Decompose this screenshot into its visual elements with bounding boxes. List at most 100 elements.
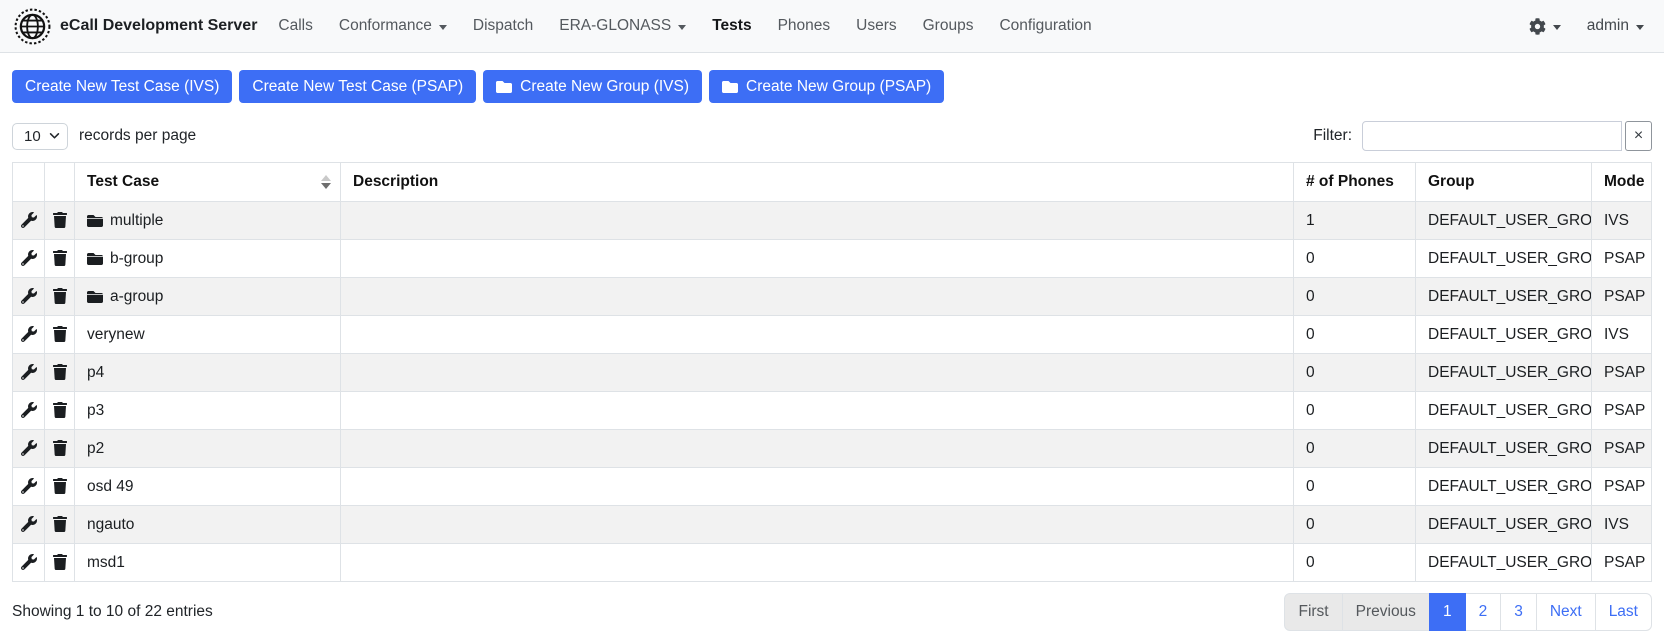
edit-test-case-button[interactable] [13, 202, 45, 240]
description-cell [341, 430, 1294, 468]
wrench-icon [21, 250, 37, 266]
edit-test-case-button[interactable] [13, 240, 45, 278]
pagination-last[interactable]: Last [1595, 593, 1652, 631]
navbar-right: admin [1529, 17, 1650, 35]
column-header-test-case[interactable]: Test Case [75, 163, 341, 202]
delete-test-case-button[interactable] [45, 202, 75, 240]
test-cases-table: Test CaseDescription# of PhonesGroupMode… [12, 162, 1652, 582]
edit-test-case-button[interactable] [13, 544, 45, 582]
test-case-name-cell: p4 [75, 354, 341, 392]
mode-cell: PSAP [1592, 430, 1652, 468]
trash-icon [52, 478, 68, 494]
nav-item-era-glonass[interactable]: ERA-GLONASS [546, 9, 699, 43]
create-new-test-case-psap-button[interactable]: Create New Test Case (PSAP) [239, 70, 476, 103]
create-buttons-toolbar: Create New Test Case (IVS)Create New Tes… [12, 70, 1652, 103]
test-case-name-cell: osd 49 [75, 468, 341, 506]
table-row: b-group0DEFAULT_USER_GROUPPSAP [13, 240, 1652, 278]
edit-test-case-button[interactable] [13, 316, 45, 354]
table-row: multiple1DEFAULT_USER_GROUPIVS [13, 202, 1652, 240]
table-row: a-group0DEFAULT_USER_GROUPPSAP [13, 278, 1652, 316]
nav-item-label: Dispatch [473, 17, 533, 35]
edit-test-case-button[interactable] [13, 278, 45, 316]
button-label: Create New Group (IVS) [520, 78, 689, 96]
create-new-group-ivs-button[interactable]: Create New Group (IVS) [483, 70, 702, 103]
phones-count-cell: 0 [1294, 354, 1416, 392]
folder-icon [87, 213, 103, 229]
group-cell: DEFAULT_USER_GROUP [1416, 202, 1592, 240]
wrench-icon [21, 326, 37, 342]
delete-test-case-button[interactable] [45, 278, 75, 316]
test-case-name: multiple [110, 212, 163, 230]
main-navigation: CallsConformance Dispatch ERA-GLONASSTests… [265, 9, 1104, 43]
mode-cell: IVS [1592, 202, 1652, 240]
edit-test-case-button[interactable] [13, 506, 45, 544]
wrench-icon [21, 288, 37, 304]
wrench-icon [21, 364, 37, 380]
settings-menu[interactable] [1529, 18, 1561, 35]
test-case-name: a-group [110, 288, 163, 306]
mode-cell: PSAP [1592, 278, 1652, 316]
edit-test-case-button[interactable] [13, 468, 45, 506]
pagination-first: First [1284, 593, 1342, 631]
group-cell: DEFAULT_USER_GROUP [1416, 240, 1592, 278]
delete-test-case-button[interactable] [45, 240, 75, 278]
nav-item-phones[interactable]: Phones [765, 9, 844, 43]
page-size-select[interactable]: 10 [12, 123, 68, 150]
pagination: FirstPrevious123NextLast [1284, 593, 1652, 631]
gear-icon [1529, 18, 1546, 35]
wrench-icon [21, 402, 37, 418]
column-header-label: Description [353, 173, 438, 190]
pagination-3[interactable]: 3 [1500, 593, 1537, 631]
pagination-2[interactable]: 2 [1465, 593, 1502, 631]
button-label: Create New Group (PSAP) [746, 78, 931, 96]
group-cell: DEFAULT_USER_GROUP [1416, 430, 1592, 468]
edit-test-case-button[interactable] [13, 430, 45, 468]
nav-item-dispatch[interactable]: Dispatch [460, 9, 546, 43]
delete-test-case-button[interactable] [45, 354, 75, 392]
mode-cell: PSAP [1592, 240, 1652, 278]
app-title: eCall Development Server [60, 17, 257, 35]
nav-item-label: Phones [778, 17, 831, 35]
group-cell: DEFAULT_USER_GROUP [1416, 544, 1592, 582]
test-cases-table-wrap: Test CaseDescription# of PhonesGroupMode… [12, 162, 1652, 582]
edit-test-case-button[interactable] [13, 354, 45, 392]
user-menu[interactable]: admin [1587, 17, 1644, 35]
table-row: ngauto0DEFAULT_USER_GROUPIVS [13, 506, 1652, 544]
clear-filter-button[interactable]: × [1625, 121, 1652, 151]
delete-test-case-button[interactable] [45, 430, 75, 468]
nav-item-configuration[interactable]: Configuration [986, 9, 1104, 43]
delete-test-case-button[interactable] [45, 544, 75, 582]
navbar-brand[interactable]: eCall Development Server [14, 8, 257, 45]
pagination-1[interactable]: 1 [1429, 593, 1466, 631]
table-header-row: Test CaseDescription# of PhonesGroupMode [13, 163, 1652, 202]
description-cell [341, 468, 1294, 506]
description-cell [341, 544, 1294, 582]
filter-input[interactable] [1362, 121, 1622, 151]
test-case-name: p3 [87, 402, 104, 420]
globe-logo-icon [14, 8, 51, 45]
mode-cell: PSAP [1592, 468, 1652, 506]
nav-item-conformance[interactable]: Conformance [326, 9, 460, 43]
delete-test-case-button[interactable] [45, 468, 75, 506]
chevron-down-icon [678, 25, 686, 30]
description-cell [341, 240, 1294, 278]
delete-test-case-button[interactable] [45, 392, 75, 430]
test-case-name-cell: multiple [75, 202, 341, 240]
create-new-test-case-ivs-button[interactable]: Create New Test Case (IVS) [12, 70, 232, 103]
page-size-label: records per page [79, 127, 196, 145]
column-header-label: # of Phones [1306, 173, 1394, 190]
pagination-next[interactable]: Next [1536, 593, 1596, 631]
mode-cell: PSAP [1592, 354, 1652, 392]
nav-item-groups[interactable]: Groups [910, 9, 987, 43]
nav-item-users[interactable]: Users [843, 9, 909, 43]
wrench-icon [21, 478, 37, 494]
group-cell: DEFAULT_USER_GROUP [1416, 354, 1592, 392]
nav-item-tests[interactable]: Tests [699, 9, 764, 43]
create-new-group-psap-button[interactable]: Create New Group (PSAP) [709, 70, 944, 103]
delete-test-case-button[interactable] [45, 316, 75, 354]
chevron-down-icon [1636, 25, 1644, 30]
nav-item-calls[interactable]: Calls [265, 9, 325, 43]
mode-cell: PSAP [1592, 392, 1652, 430]
delete-test-case-button[interactable] [45, 506, 75, 544]
edit-test-case-button[interactable] [13, 392, 45, 430]
